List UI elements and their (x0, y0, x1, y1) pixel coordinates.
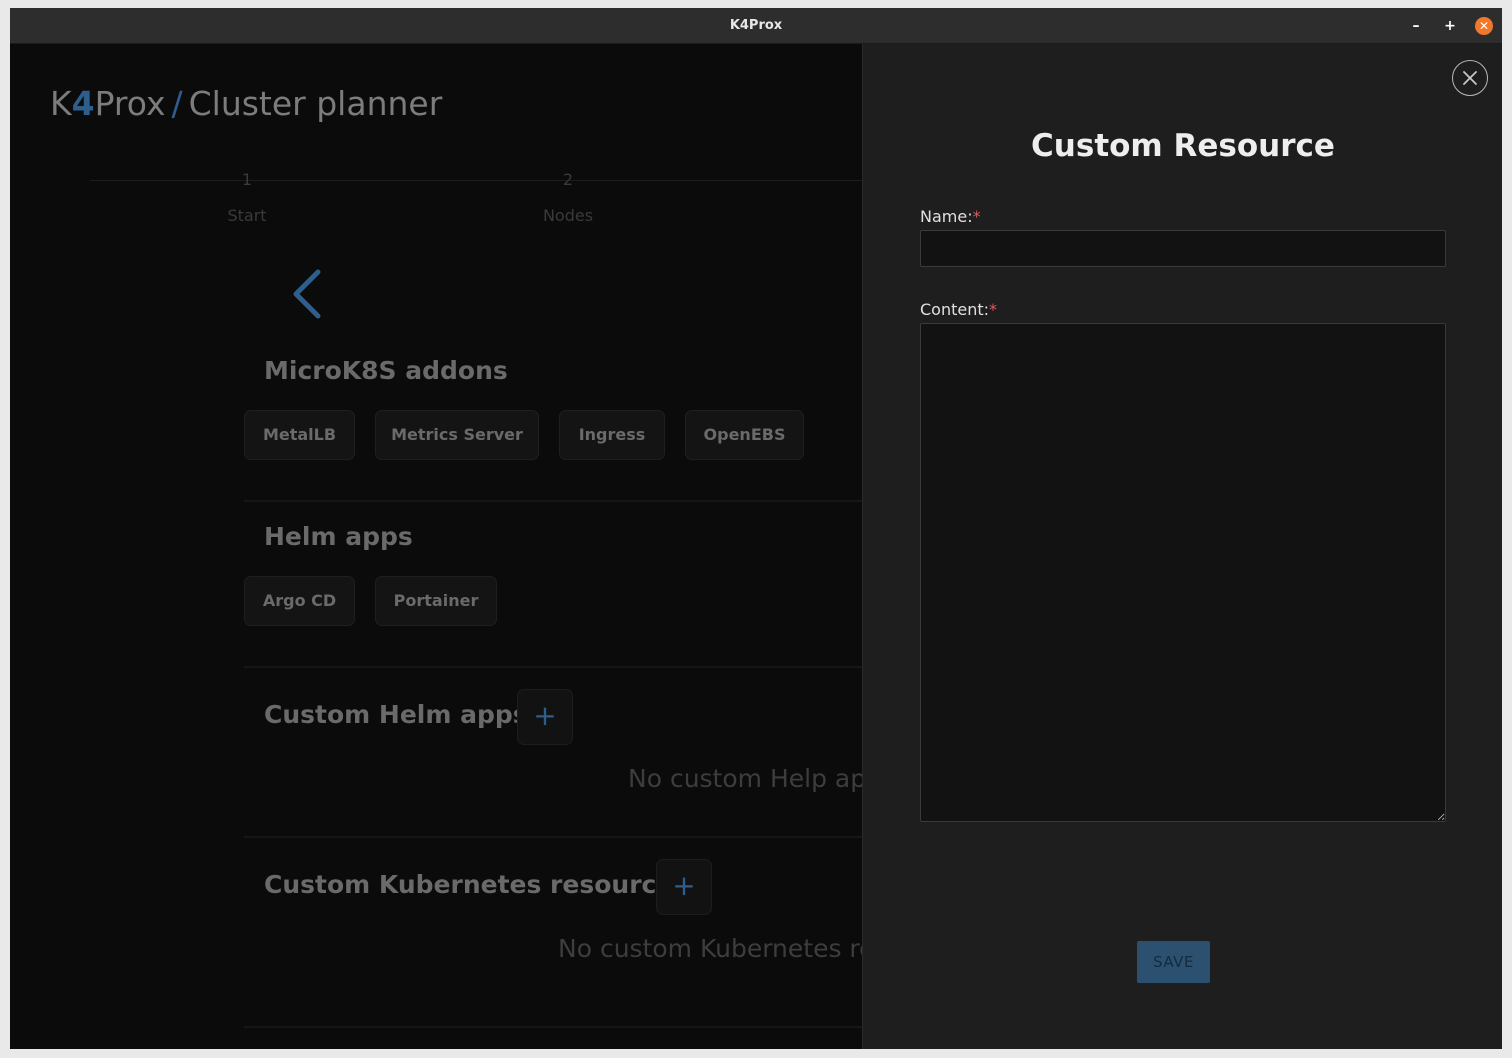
custom-k8s-empty-text: No custom Kubernetes re (558, 934, 862, 963)
close-panel-button[interactable] (1452, 60, 1488, 96)
custom-k8s-title: Custom Kubernetes resources (264, 870, 689, 899)
helm-chip-portainer[interactable]: Portainer (375, 576, 497, 626)
step-2-number[interactable]: 2 (553, 170, 583, 189)
helm-chip-argo-cd[interactable]: Argo CD (244, 576, 355, 626)
page-title: K4Prox / Cluster planner (50, 84, 442, 123)
back-chevron-icon[interactable] (290, 268, 324, 320)
helm-apps-title: Helm apps (264, 522, 413, 551)
addon-chip-metallb[interactable]: MetalLB (244, 410, 355, 460)
add-custom-k8s-resource-button[interactable]: + (656, 859, 712, 915)
step-1-label[interactable]: Start (197, 206, 297, 225)
content-label-text: Content: (920, 300, 990, 319)
brand-prox: Prox (94, 84, 166, 123)
app-window: K4Prox – + ✕ K4Prox / Cluster planner 1 St… (10, 8, 1502, 1049)
save-button[interactable]: SAVE (1137, 941, 1210, 983)
maximize-button[interactable]: + (1441, 17, 1459, 35)
section-divider (244, 836, 862, 838)
addons-title: MicroK8S addons (264, 356, 508, 385)
addon-chip-metrics-server[interactable]: Metrics Server (375, 410, 539, 460)
section-divider (244, 1026, 862, 1028)
panel-title: Custom Resource (1031, 128, 1335, 164)
section-divider (244, 500, 862, 502)
brand-slash: / (171, 84, 183, 123)
brand-four: 4 (71, 84, 95, 123)
required-mark: * (989, 300, 998, 319)
minimize-button[interactable]: – (1407, 17, 1425, 35)
stepper-line (90, 180, 862, 181)
name-label-text: Name: (920, 207, 973, 226)
name-label: Name:* (920, 207, 981, 226)
required-mark: * (972, 207, 981, 226)
addon-chip-ingress[interactable]: Ingress (559, 410, 665, 460)
section-divider (244, 666, 862, 668)
content-textarea[interactable] (920, 323, 1446, 822)
window-title: K4Prox (729, 18, 783, 33)
page-name: Cluster planner (188, 84, 443, 123)
close-icon (1463, 71, 1477, 85)
content-label: Content:* (920, 300, 997, 319)
name-input[interactable] (920, 230, 1446, 267)
step-1-number[interactable]: 1 (232, 170, 262, 189)
brand-k: K (50, 84, 72, 123)
custom-helm-apps-title: Custom Helm apps (264, 700, 528, 729)
step-2-label[interactable]: Nodes (518, 206, 618, 225)
add-custom-helm-app-button[interactable]: + (517, 689, 573, 745)
custom-helm-empty-text: No custom Help app (628, 764, 862, 793)
title-bar: K4Prox – + ✕ (10, 8, 1502, 44)
cluster-planner-page: K4Prox / Cluster planner 1 Start 2 Nodes M… (10, 44, 862, 1049)
addon-chip-openebs[interactable]: OpenEBS (685, 410, 804, 460)
custom-resource-panel: Custom Resource Name:* Content:* SAVE (862, 44, 1502, 1049)
window-close-button[interactable]: ✕ (1475, 17, 1493, 35)
